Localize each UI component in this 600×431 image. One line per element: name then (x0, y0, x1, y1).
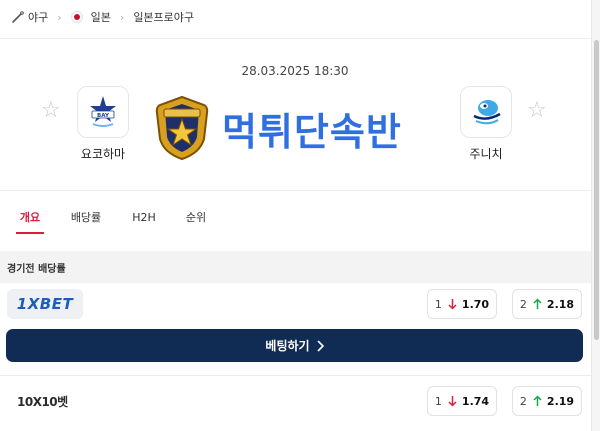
odds-label: 2 (519, 297, 527, 311)
chevron-right-icon: › (119, 10, 125, 24)
away-team-name[interactable]: 주니치 (446, 145, 526, 162)
scrollbar[interactable] (591, 0, 600, 431)
odds-label: 2 (519, 394, 527, 408)
odds-label: 1 (434, 394, 442, 408)
japan-flag-icon (70, 11, 83, 23)
bookmaker-logo-10x10[interactable]: 10X10벳 (7, 386, 83, 416)
police-badge-icon (155, 95, 209, 161)
home-team-name[interactable]: 요코하마 (63, 145, 143, 162)
svg-text:BAY: BAY (97, 113, 110, 119)
odds-value: 1.70 (461, 297, 490, 311)
odds-section-title: 경기전 배당률 (0, 251, 600, 283)
arrow-up-icon (533, 395, 542, 407)
divider (0, 375, 600, 376)
breadcrumb: 야구 › 일본 › 일본프로야구 (0, 0, 600, 34)
arrow-down-icon (448, 395, 457, 407)
watermark-text: 먹튀단속반 (222, 109, 402, 154)
divider (0, 190, 600, 191)
divider (0, 38, 600, 39)
arrow-down-icon (448, 298, 457, 310)
breadcrumb-league[interactable]: 일본프로야구 (133, 9, 194, 25)
watermark: 먹튀단속반 (152, 95, 402, 161)
breadcrumb-country[interactable]: 일본 (91, 9, 111, 25)
tab-h2h[interactable]: H2H (128, 200, 160, 234)
odds-value: 1.74 (461, 394, 490, 408)
favorite-star-icon-away[interactable]: ☆ (527, 100, 547, 122)
place-bet-label: 베팅하기 (265, 339, 310, 353)
place-bet-button[interactable]: 베팅하기 (6, 329, 583, 362)
baseball-bat-icon (10, 10, 24, 24)
odds-label: 1 (434, 297, 442, 311)
tab-odds[interactable]: 배당률 (66, 200, 106, 234)
odds-away-button[interactable]: 2 2.18 (512, 289, 582, 319)
match-tabs: 개요 배당률 H2H 순위 (0, 200, 600, 234)
tab-overview[interactable]: 개요 (16, 200, 44, 234)
bookmaker-name: 10X10벳 (17, 394, 68, 409)
arrow-up-icon (533, 298, 542, 310)
favorite-star-icon-home[interactable]: ☆ (41, 100, 61, 122)
chevron-right-icon (316, 339, 324, 352)
odds-value: 2.19 (546, 394, 575, 408)
home-team-logo[interactable]: BAY (77, 86, 129, 138)
odds-away-button[interactable]: 2 2.19 (512, 386, 582, 416)
odds-home-button[interactable]: 1 1.70 (427, 289, 497, 319)
bookmaker-name: 1XBET (16, 295, 74, 313)
chunichi-dragons-logo (473, 100, 501, 125)
scrollbar-thumb[interactable] (594, 40, 599, 340)
match-datetime: 28.03.2025 18:30 (241, 64, 349, 78)
chevron-right-icon: › (57, 10, 62, 24)
odds-value: 2.18 (546, 297, 575, 311)
odds-home-button[interactable]: 1 1.74 (427, 386, 497, 416)
tab-standings[interactable]: 순위 (182, 200, 210, 234)
bookmaker-logo-1xbet[interactable]: 1XBET (7, 289, 83, 319)
away-team-logo[interactable] (460, 86, 512, 138)
yokohama-baystars-logo: BAY (90, 96, 116, 127)
breadcrumb-sport[interactable]: 야구 (28, 9, 48, 25)
